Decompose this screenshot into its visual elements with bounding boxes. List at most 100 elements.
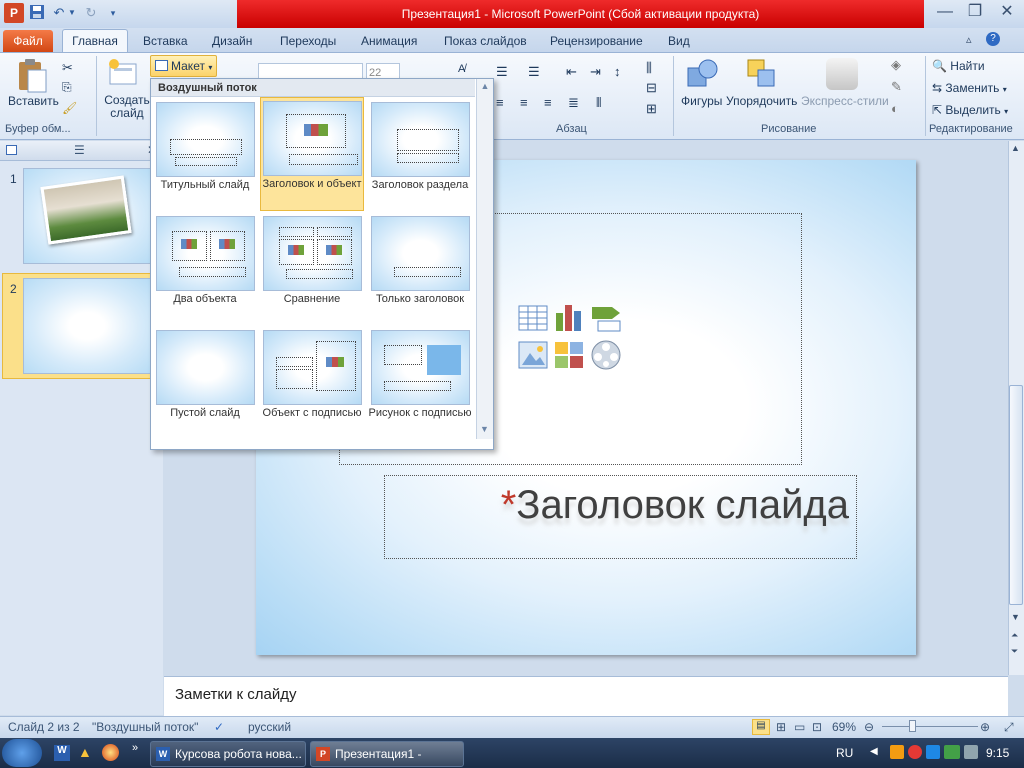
show-more-icon[interactable]: » bbox=[132, 742, 138, 754]
layout-title-slide[interactable]: Титульный слайд bbox=[153, 99, 257, 211]
tab-home[interactable]: Главная bbox=[62, 29, 128, 53]
shape-fill-icon[interactable]: ◈ bbox=[891, 57, 901, 73]
layout-comparison[interactable]: Сравнение bbox=[260, 213, 364, 325]
tab-animations[interactable]: Анимация bbox=[351, 31, 427, 52]
shape-effects-icon[interactable]: ◐ bbox=[891, 101, 899, 116]
layout-title-only[interactable]: Только заголовок bbox=[368, 213, 472, 325]
cut-icon[interactable]: ✂ bbox=[62, 60, 73, 76]
redo-icon[interactable]: ↻ bbox=[82, 4, 100, 22]
scroll-up-icon[interactable]: ▲ bbox=[477, 81, 493, 91]
shapes-icon[interactable] bbox=[686, 58, 718, 93]
tab-file[interactable]: Файл bbox=[3, 30, 53, 52]
scroll-down-icon[interactable]: ▼ bbox=[480, 424, 489, 434]
text-direction-icon[interactable]: ⫼ bbox=[646, 60, 652, 76]
word-icon[interactable]: W bbox=[54, 745, 70, 761]
format-painter-icon[interactable]: 🖌 bbox=[62, 101, 77, 115]
layout-button[interactable]: Макет ▾ bbox=[150, 55, 217, 77]
layout-title-and-content[interactable]: Заголовок и объект bbox=[260, 97, 364, 211]
layout-blank[interactable]: Пустой слайд bbox=[153, 327, 257, 439]
tray-expand-icon[interactable]: ◀ bbox=[870, 746, 878, 757]
undo-icon[interactable]: ↶ bbox=[50, 4, 68, 22]
clock[interactable]: 9:15 bbox=[986, 746, 1009, 760]
notes-placeholder[interactable]: Заметки к слайду bbox=[175, 686, 297, 703]
slide-sorter-icon[interactable]: ⊞ bbox=[776, 720, 786, 734]
taskbar-word-document[interactable]: W Курсова робота нова... bbox=[150, 741, 306, 767]
insert-chart-icon[interactable] bbox=[554, 303, 584, 336]
reading-view-icon[interactable]: ▭ bbox=[794, 720, 805, 734]
slides-tab-icon[interactable] bbox=[6, 145, 17, 155]
spellcheck-icon[interactable]: ✓ bbox=[214, 720, 224, 734]
insert-clipart-icon[interactable] bbox=[554, 341, 584, 372]
undo-dropdown-icon[interactable]: ▼ bbox=[68, 4, 76, 22]
shape-outline-icon[interactable]: ✎ bbox=[891, 79, 902, 95]
save-icon[interactable] bbox=[28, 4, 46, 22]
fit-to-window-icon[interactable]: ⤢ bbox=[1004, 720, 1014, 735]
slide-thumbnail-2[interactable] bbox=[23, 278, 151, 374]
replace-button[interactable]: ⇆ Заменить ▾ bbox=[932, 78, 1007, 98]
align-left-icon[interactable]: ≡ bbox=[496, 95, 504, 110]
align-text-icon[interactable]: ⊟ bbox=[646, 80, 657, 96]
justify-icon[interactable]: ≣ bbox=[568, 95, 579, 111]
slide-title[interactable]: *Заголовок слайда bbox=[385, 476, 857, 558]
previous-slide-icon[interactable]: ⏶ bbox=[1011, 630, 1018, 641]
minimize-icon[interactable]: — bbox=[930, 2, 960, 24]
insert-picture-icon[interactable] bbox=[518, 341, 548, 372]
taskbar-powerpoint[interactable]: P Презентация1 - Micro... bbox=[310, 741, 464, 767]
align-center-icon[interactable]: ≡ bbox=[520, 95, 528, 110]
new-slide-button[interactable]: Создать слайд bbox=[104, 94, 150, 120]
browser-icon[interactable] bbox=[102, 744, 119, 761]
zoom-level[interactable]: 69% bbox=[832, 720, 856, 734]
zoom-slider-thumb[interactable] bbox=[909, 720, 916, 732]
insert-smartart-icon[interactable] bbox=[590, 305, 622, 336]
insert-media-icon[interactable] bbox=[590, 339, 622, 374]
zoom-slider[interactable] bbox=[882, 726, 978, 727]
tab-transitions[interactable]: Переходы bbox=[270, 31, 346, 52]
scroll-up-icon[interactable]: ▲ bbox=[1011, 143, 1020, 153]
restore-icon[interactable]: ❐ bbox=[960, 2, 990, 24]
columns-icon[interactable]: ⫴ bbox=[596, 95, 601, 111]
arrange-icon[interactable] bbox=[746, 58, 778, 93]
opera-icon[interactable] bbox=[908, 745, 922, 759]
language-bar[interactable]: RU bbox=[836, 746, 853, 760]
arrange-button[interactable]: Упорядочить bbox=[726, 94, 797, 108]
network-icon[interactable] bbox=[964, 745, 978, 759]
language-indicator[interactable]: русский bbox=[248, 720, 291, 734]
media-player-icon[interactable] bbox=[890, 745, 904, 759]
insert-table-icon[interactable] bbox=[518, 305, 548, 334]
smartart-icon[interactable]: ⊞ bbox=[646, 101, 657, 117]
zoom-out-icon[interactable]: ⊖ bbox=[864, 720, 874, 734]
outline-tab-icon[interactable]: ☰ bbox=[74, 143, 85, 157]
numbering-icon[interactable]: ☰ bbox=[528, 64, 540, 80]
select-button[interactable]: ⇱ Выделить ▾ bbox=[932, 100, 1008, 120]
tab-design[interactable]: Дизайн bbox=[202, 31, 262, 52]
layout-two-content[interactable]: Два объекта bbox=[153, 213, 257, 325]
line-spacing-icon[interactable]: ↕ bbox=[614, 64, 621, 79]
align-right-icon[interactable]: ≡ bbox=[544, 95, 552, 110]
close-icon[interactable]: ✕ bbox=[992, 2, 1022, 24]
copy-icon[interactable]: ⎘ bbox=[62, 80, 72, 95]
normal-view-icon[interactable]: ▤ bbox=[752, 719, 770, 735]
bullets-icon[interactable]: ☰ bbox=[496, 64, 508, 80]
clear-format-icon[interactable]: A̸ bbox=[458, 63, 465, 75]
paste-icon[interactable] bbox=[16, 58, 48, 97]
quick-styles-icon[interactable] bbox=[826, 58, 858, 90]
zoom-in-icon[interactable]: ⊕ bbox=[980, 720, 990, 734]
tray-app-icon[interactable] bbox=[944, 745, 960, 759]
increase-indent-icon[interactable]: ⇥ bbox=[590, 64, 601, 80]
slideshow-icon[interactable]: ⊡ bbox=[812, 720, 822, 734]
layout-picture-with-caption[interactable]: Рисунок с подписью bbox=[368, 327, 472, 439]
layout-section-header[interactable]: Заголовок раздела bbox=[368, 99, 472, 211]
find-button[interactable]: 🔍 Найти bbox=[932, 56, 985, 76]
next-slide-icon[interactable]: ⏷ bbox=[1011, 646, 1018, 657]
tab-review[interactable]: Рецензирование bbox=[540, 31, 653, 52]
tab-slideshow[interactable]: Показ слайдов bbox=[434, 31, 537, 52]
scroll-down-icon[interactable]: ▼ bbox=[1011, 612, 1020, 622]
paste-button[interactable]: Вставить bbox=[8, 94, 59, 108]
powerpoint-logo-icon[interactable]: P bbox=[4, 3, 24, 23]
tab-view[interactable]: Вид bbox=[658, 31, 700, 52]
decrease-indent-icon[interactable]: ⇤ bbox=[566, 64, 577, 80]
new-slide-icon[interactable] bbox=[108, 58, 138, 91]
minimize-ribbon-icon[interactable]: ▵ bbox=[966, 33, 972, 46]
quick-styles-button[interactable]: Экспресс-стили bbox=[801, 94, 889, 108]
slide-thumbnail-1[interactable] bbox=[23, 168, 151, 264]
